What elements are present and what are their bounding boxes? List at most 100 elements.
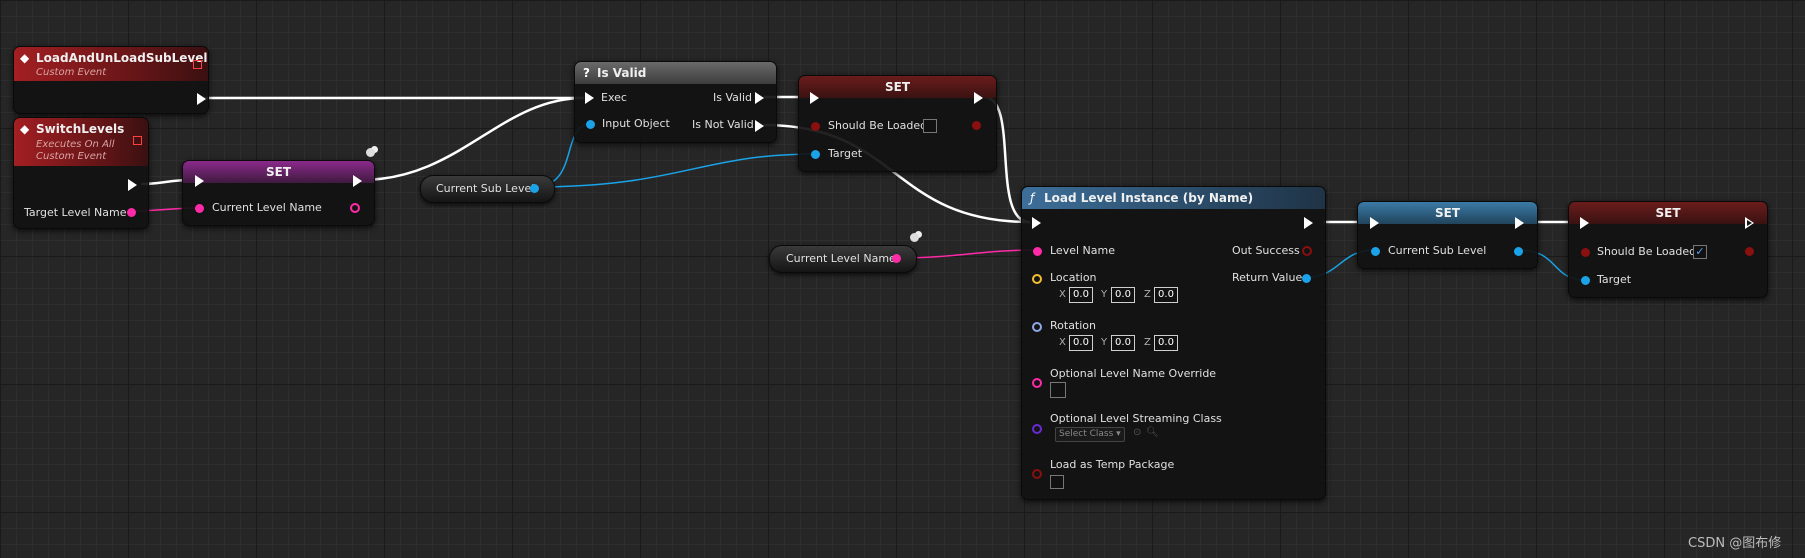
object-out-pin[interactable] [1302, 274, 1311, 283]
pin-label: Current Level Name [212, 201, 322, 214]
select-class-dropdown[interactable]: Select Class ▾ [1055, 427, 1125, 442]
variable-label: Current Sub Level [436, 182, 535, 195]
object-in-pin[interactable] [1371, 247, 1380, 256]
name-out-pin[interactable] [127, 208, 136, 217]
should-be-loaded-checkbox-checked[interactable]: ✓ [1693, 245, 1707, 259]
is-valid-node[interactable]: ? Is Valid Exec Is Valid Input Object Is… [574, 61, 777, 143]
exec-out-pin-hollow [1747, 220, 1752, 226]
vector-in-pin[interactable] [1032, 274, 1042, 284]
compact-bubble-icon [366, 148, 375, 157]
target-in-pin[interactable] [811, 150, 820, 159]
search-icon[interactable]: 🔍︎ [1146, 427, 1159, 438]
string-in-pin[interactable] [1032, 378, 1042, 388]
pin-label-exec: Exec [601, 91, 627, 104]
event-diamond-icon: ◆ [20, 122, 30, 136]
bool-in-pin[interactable] [1032, 469, 1042, 479]
variable-label: Current Level Name [786, 252, 896, 265]
exec-in-pin[interactable] [810, 92, 819, 104]
node-header: SET [1569, 202, 1767, 224]
object-in-pin[interactable] [586, 120, 595, 129]
node-title: LoadAndUnLoadSubLevel [36, 51, 208, 65]
node-title: Load Level Instance (by Name) [1044, 191, 1254, 205]
location-z-field[interactable]: 0.0 [1154, 287, 1178, 303]
exec-in-pin[interactable] [585, 92, 594, 104]
custom-event-node-load-unload[interactable]: ◆ LoadAndUnLoadSubLevel Custom Event [13, 46, 209, 114]
node-header: ? Is Valid [575, 62, 776, 84]
compact-bubble-icon [910, 233, 919, 242]
axis-z-label: Z [1144, 289, 1151, 300]
node-header: SET [1358, 202, 1537, 224]
pin-label-streaming-class: Optional Level Streaming Class [1050, 412, 1222, 425]
exec-wire [360, 96, 585, 182]
variable-get-current-level-name[interactable]: Current Level Name [769, 245, 917, 273]
bool-in-pin[interactable] [811, 122, 820, 131]
bool-out-pin[interactable] [972, 121, 981, 130]
override-text-field[interactable] [1050, 382, 1066, 398]
variable-get-current-sub-level[interactable]: Current Sub Level [420, 175, 555, 203]
node-header: ◆ SwitchLevels Executes On All Custom Ev… [14, 118, 148, 166]
set-node-should-be-loaded-true[interactable]: SET Should Be Loaded ✓ Target [1568, 201, 1768, 298]
bool-out-pin[interactable] [1745, 247, 1754, 256]
pin-label-temp-package: Load as Temp Package [1050, 458, 1175, 471]
select-class-label: Select Class [1059, 429, 1114, 439]
pin-label-out-success: Out Success [1232, 244, 1300, 257]
exec-out-pin[interactable] [1515, 217, 1524, 229]
pin-label-is-valid: Is Valid [713, 91, 752, 104]
bool-in-pin[interactable] [1581, 248, 1590, 257]
load-level-instance-node[interactable]: ƒ Load Level Instance (by Name) Level Na… [1021, 186, 1326, 500]
rotation-y-field[interactable]: 0.0 [1111, 335, 1135, 351]
event-diamond-icon: ◆ [20, 51, 30, 65]
exec-in-pin[interactable] [195, 175, 204, 187]
exec-out-pin-is-not-valid[interactable] [755, 120, 764, 132]
exec-out-pin[interactable] [128, 179, 137, 191]
location-x-field[interactable]: 0.0 [1069, 287, 1093, 303]
pin-label-rotation: Rotation [1050, 319, 1097, 332]
pin-label: Current Sub Level [1388, 244, 1487, 257]
exec-in-pin[interactable] [1580, 217, 1589, 229]
pin-label: Should Be Loaded [828, 119, 928, 132]
bool-out-pin[interactable] [1302, 246, 1312, 256]
class-in-pin[interactable] [1032, 424, 1042, 434]
object-out-pin[interactable] [1514, 247, 1523, 256]
pin-label-target: Target [828, 147, 863, 160]
function-icon: ƒ [1030, 191, 1035, 205]
exec-in-pin[interactable] [1032, 217, 1041, 229]
pin-label-target: Target [1597, 273, 1632, 286]
rotation-z-field[interactable]: 0.0 [1154, 335, 1178, 351]
exec-in-pin[interactable] [1370, 217, 1379, 229]
set-node-current-sub-level[interactable]: SET Current Sub Level [1357, 201, 1538, 269]
exec-out-pin[interactable] [353, 175, 362, 187]
axis-y-label: Y [1101, 289, 1108, 300]
node-header: ◆ LoadAndUnLoadSubLevel Custom Event [14, 47, 208, 81]
pin-label-location: Location [1050, 271, 1097, 284]
pin-label-override: Optional Level Name Override [1050, 367, 1217, 380]
exec-out-pin-is-valid[interactable] [755, 92, 764, 104]
pin-label-is-not-valid: Is Not Valid [692, 118, 754, 131]
exec-out-pin[interactable] [197, 93, 206, 105]
should-be-loaded-checkbox[interactable] [923, 119, 937, 133]
set-node-current-level-name[interactable]: SET Current Level Name [182, 160, 375, 226]
name-in-pin[interactable] [1033, 247, 1042, 256]
name-out-pin[interactable] [892, 254, 901, 263]
custom-event-node-switch-levels[interactable]: ◆ SwitchLevels Executes On All Custom Ev… [13, 117, 149, 229]
name-out-pin[interactable] [350, 203, 360, 213]
location-y-field[interactable]: 0.0 [1111, 287, 1135, 303]
object-out-pin[interactable] [530, 184, 539, 193]
target-in-pin[interactable] [1581, 276, 1590, 285]
delegate-pin-icon[interactable] [193, 60, 202, 69]
rotator-in-pin[interactable] [1032, 322, 1042, 332]
delegate-pin-icon[interactable] [133, 136, 142, 145]
question-icon: ? [583, 66, 590, 80]
name-in-pin[interactable] [195, 204, 204, 213]
node-subtitle-line2: Custom Event [36, 151, 107, 162]
rotation-x-field[interactable]: 0.0 [1069, 335, 1093, 351]
exec-out-pin[interactable] [1304, 217, 1313, 229]
browse-icon[interactable]: ⊙ [1133, 427, 1141, 438]
pin-label: Target Level Name [24, 206, 127, 219]
temp-package-checkbox[interactable] [1050, 475, 1064, 489]
watermark: CSDN @图布修 [1688, 536, 1782, 551]
node-subtitle-line1: Executes On All [36, 139, 115, 150]
exec-out-pin[interactable] [974, 92, 983, 104]
pin-label-level-name: Level Name [1050, 244, 1115, 257]
set-node-should-be-loaded[interactable]: SET Should Be Loaded Target [798, 75, 997, 172]
